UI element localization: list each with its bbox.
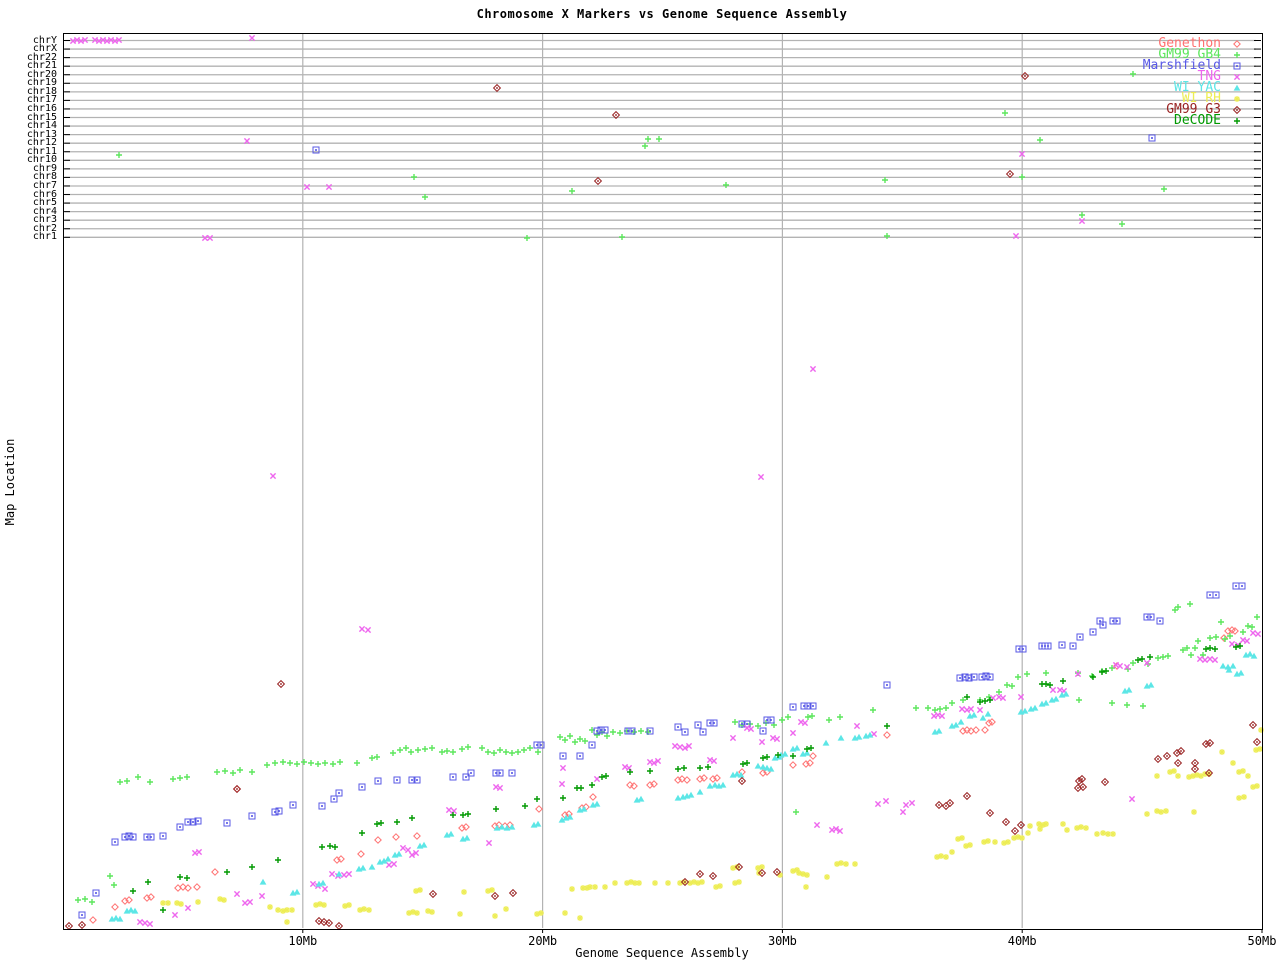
x-tick-50Mb: 50Mb bbox=[1238, 934, 1280, 948]
plot-frame bbox=[63, 33, 1263, 930]
x-tick-40Mb: 40Mb bbox=[998, 934, 1046, 948]
legend-decode: DeCODE bbox=[964, 113, 1244, 128]
row-label-chr1: chr1 bbox=[0, 232, 57, 241]
x-tick-20Mb: 20Mb bbox=[519, 934, 567, 948]
x-tick-30Mb: 30Mb bbox=[758, 934, 806, 948]
legend-label: DeCODE bbox=[1174, 113, 1221, 128]
x-tick-10Mb: 10Mb bbox=[279, 934, 327, 948]
legend-marker-plus-icon bbox=[1230, 115, 1244, 127]
page: { "page": {"background": "#ffffff"}, "ch… bbox=[0, 0, 1280, 960]
